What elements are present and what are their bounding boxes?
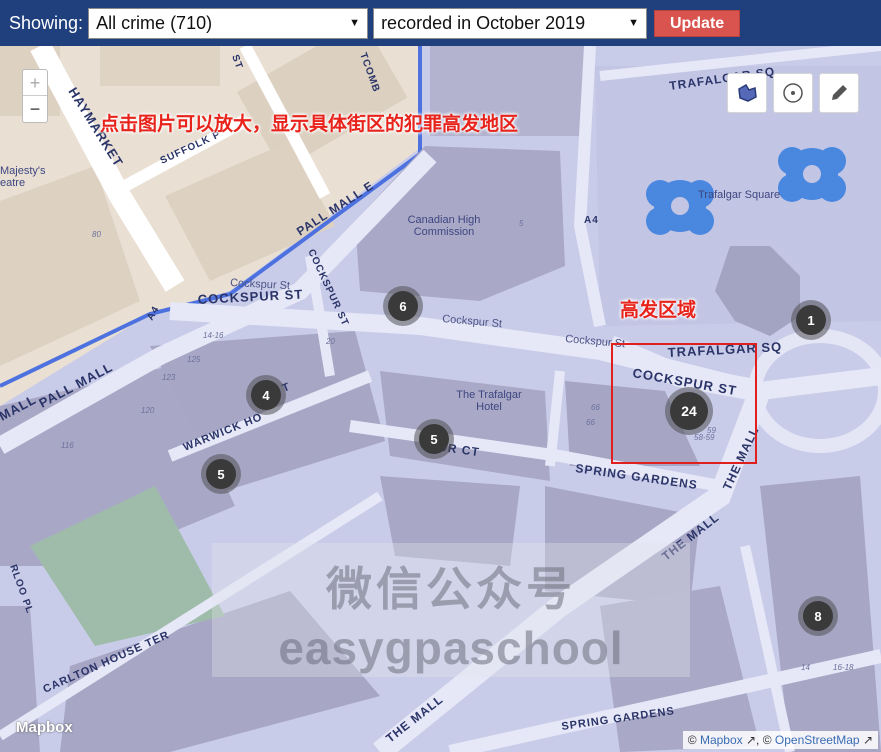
mapbox-logo[interactable]: Mapbox [16,719,73,736]
cluster-count: 4 [251,380,281,410]
crime-cluster-marker[interactable]: 6 [383,286,423,326]
month-select[interactable]: recorded in October 2019 ▼ [373,7,648,39]
watermark: 微信公众号 easygpaschool [212,543,690,677]
map-attribution: © Mapbox ↗, © OpenStreetMap ↗ [682,731,878,749]
filter-toolbar: Showing: All crime (710) ▼ recorded in O… [0,0,881,46]
cluster-count: 6 [388,291,418,321]
svg-text:16-18: 16-18 [833,663,854,672]
attribution-suffix: ↗ [859,733,873,747]
place-label: Hotel [476,401,502,413]
hotspot-highlight-box [611,343,757,464]
crime-cluster-marker[interactable]: 5 [414,419,454,459]
svg-text:20: 20 [325,337,335,346]
cluster-count: 5 [419,424,449,454]
zoom-control: + − [22,69,48,123]
place-label: The Trafalgar [456,389,522,401]
openstreetmap-link[interactable]: OpenStreetMap [775,733,860,747]
showing-label: Showing: [9,12,84,33]
crime-cluster-marker[interactable]: 4 [246,375,286,415]
pencil-draw-button[interactable] [819,73,859,113]
cluster-count: 8 [803,601,833,631]
svg-text:5: 5 [519,219,524,228]
crime-cluster-marker[interactable]: 1 [791,300,831,340]
pencil-icon [832,85,847,100]
crime-map[interactable]: HAYMARKET SUFFOLK P PALL MALL E COCKSPUR… [0,46,881,752]
crime-cluster-marker[interactable]: 8 [798,596,838,636]
svg-text:120: 120 [141,406,155,415]
svg-text:123: 123 [162,373,176,382]
place-label: eatre [0,177,25,189]
road-number: A4 [584,215,599,226]
svg-text:80: 80 [92,230,101,239]
hotspot-annotation: 高发区域 [620,300,697,321]
watermark-line-1: 微信公众号 [326,563,576,615]
svg-text:66: 66 [586,418,595,427]
place-label: Commission [414,226,475,238]
attribution-prefix: © [687,733,700,747]
zoom-out-button[interactable]: − [23,96,47,122]
place-label: Trafalgar Square [698,189,780,201]
svg-text:125: 125 [187,355,201,364]
crime-cluster-marker[interactable]: 5 [201,454,241,494]
attribution-separator: ↗, © [742,733,775,747]
svg-text:116: 116 [61,441,74,450]
place-label: Majesty's [0,165,46,177]
circle-draw-button[interactable] [773,73,813,113]
cluster-count: 5 [206,459,236,489]
watermark-line-2: easygpaschool [278,622,624,674]
place-label: Canadian High [408,214,481,226]
dropdown-arrow-icon: ▼ [628,16,640,29]
crime-type-select-value: All crime (710) [96,12,213,33]
dropdown-arrow-icon: ▼ [349,16,361,29]
fountain-right [778,147,846,202]
polygon-draw-icon [738,83,757,102]
zoom-hint-annotation: 点击图片可以放大，显示具体街区的犯罪高发地区 [100,114,519,135]
svg-text:66: 66 [591,403,600,412]
mapbox-link[interactable]: Mapbox [700,733,743,747]
circle-draw-icon [783,83,803,103]
crime-type-select[interactable]: All crime (710) ▼ [88,7,369,39]
svg-text:14-16: 14-16 [203,331,224,340]
month-select-value: recorded in October 2019 [381,12,586,33]
update-button[interactable]: Update [654,9,741,37]
polygon-draw-button[interactable] [727,73,767,113]
zoom-in-button[interactable]: + [23,70,47,96]
svg-text:14: 14 [801,663,810,672]
cluster-count: 1 [796,305,826,335]
